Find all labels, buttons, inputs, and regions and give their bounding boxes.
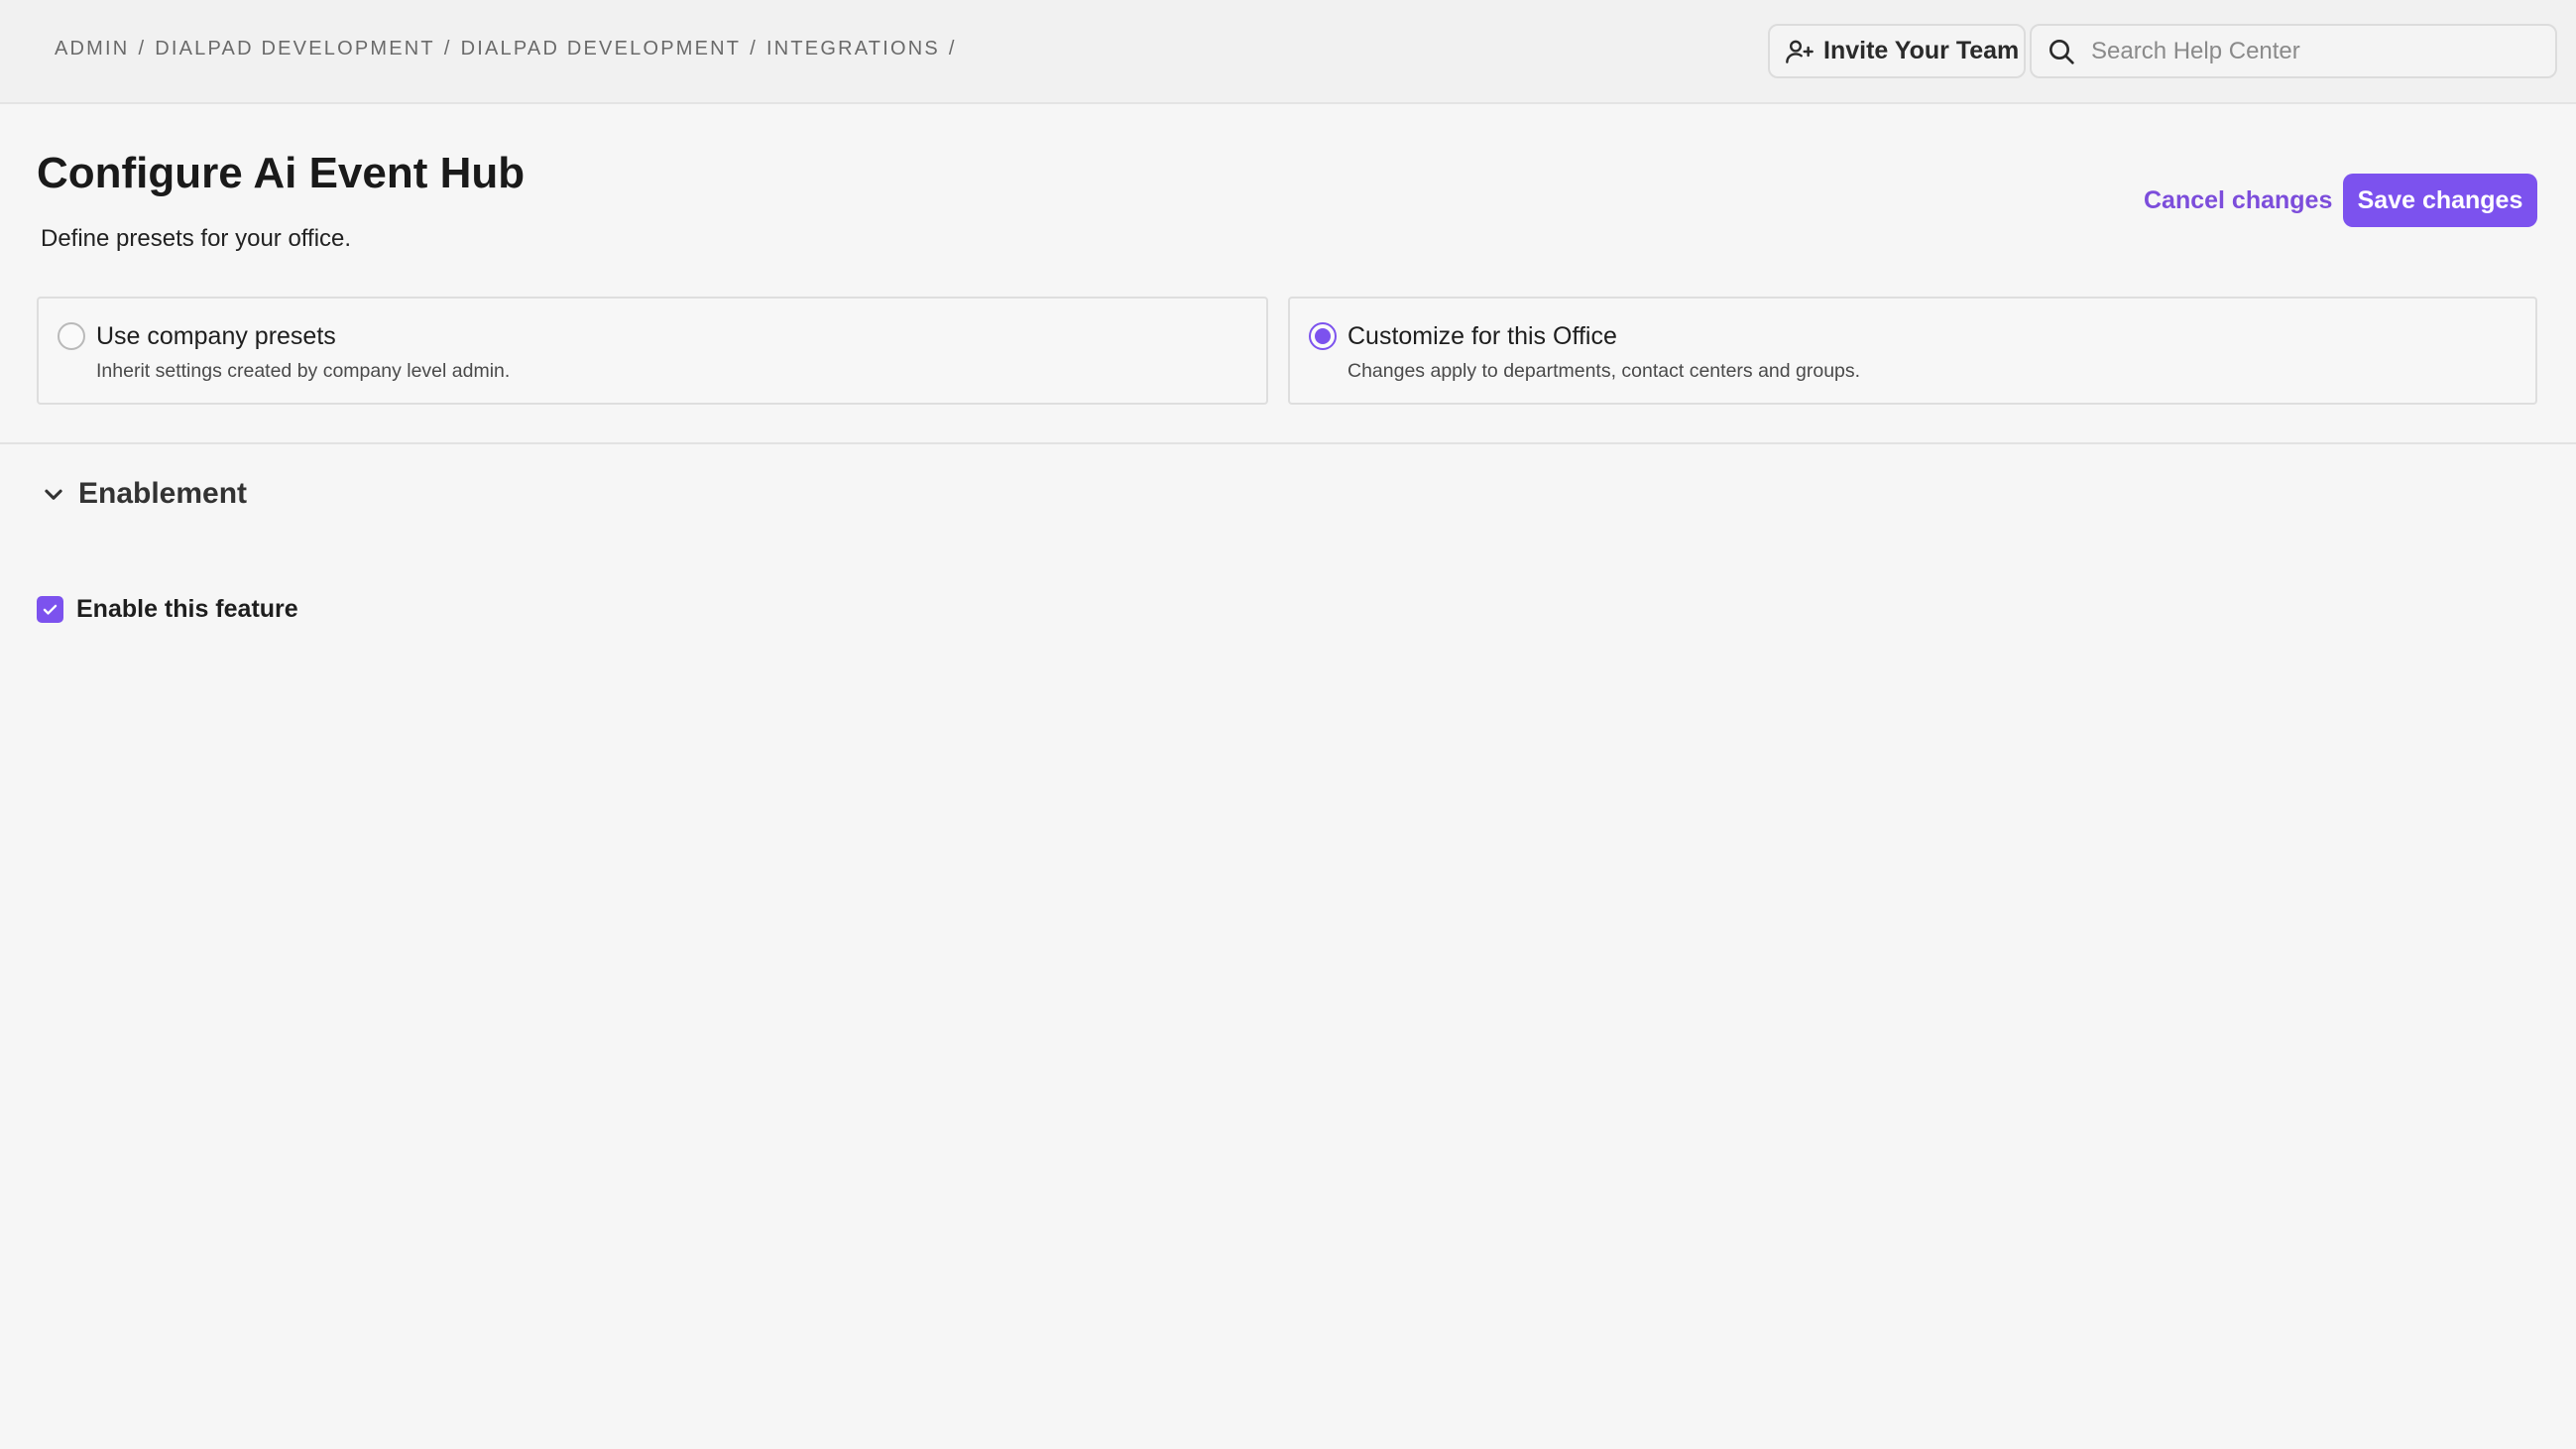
breadcrumb-item-admin[interactable]: ADMIN <box>55 38 129 60</box>
breadcrumb-item-office[interactable]: DIALPAD DEVELOPMENT <box>461 38 742 60</box>
breadcrumb-separator: / <box>750 38 758 60</box>
search-icon <box>2049 39 2074 64</box>
section-title: Enablement <box>78 477 248 510</box>
help-center-search[interactable] <box>2030 24 2557 78</box>
page-subtitle: Define presets for your office. <box>41 225 352 252</box>
invite-team-label: Invite Your Team <box>1823 37 2020 64</box>
page-title: Configure Ai Event Hub <box>37 149 526 197</box>
user-plus-icon <box>1786 40 1814 63</box>
enable-feature-label: Enable this feature <box>76 595 298 623</box>
breadcrumb-item-integrations[interactable]: INTEGRATIONS <box>766 38 940 60</box>
breadcrumb-separator: / <box>138 38 147 60</box>
option-description: Changes apply to departments, contact ce… <box>1347 360 1861 382</box>
search-input[interactable] <box>2089 36 2545 66</box>
cancel-changes-button[interactable]: Cancel changes <box>2134 174 2342 227</box>
customize-office-radio[interactable] <box>1309 322 1337 350</box>
option-description: Inherit settings created by company leve… <box>96 360 511 382</box>
breadcrumb-separator: / <box>948 38 957 60</box>
save-changes-button[interactable]: Save changes <box>2343 174 2537 227</box>
chevron-down-icon <box>45 489 62 500</box>
option-company-presets[interactable]: Use company presets Inherit settings cre… <box>37 297 1268 405</box>
option-title: Customize for this Office <box>1347 322 1617 350</box>
option-title: Use company presets <box>96 322 336 350</box>
breadcrumb-item-organization[interactable]: DIALPAD DEVELOPMENT <box>155 38 435 60</box>
breadcrumb-separator: / <box>443 38 452 60</box>
enable-feature-checkbox[interactable] <box>37 596 63 623</box>
invite-team-button[interactable]: Invite Your Team <box>1768 24 2026 78</box>
checkmark-icon <box>43 604 58 615</box>
top-bar: ADMIN / DIALPAD DEVELOPMENT / DIALPAD DE… <box>0 0 2576 104</box>
section-divider <box>0 442 2576 444</box>
breadcrumb: ADMIN / DIALPAD DEVELOPMENT / DIALPAD DE… <box>55 38 966 60</box>
enable-feature-row[interactable]: Enable this feature <box>37 595 298 624</box>
enablement-section-toggle[interactable]: Enablement <box>37 477 247 511</box>
option-customize-office[interactable]: Customize for this Office Changes apply … <box>1288 297 2537 405</box>
company-presets-radio[interactable] <box>58 322 85 350</box>
